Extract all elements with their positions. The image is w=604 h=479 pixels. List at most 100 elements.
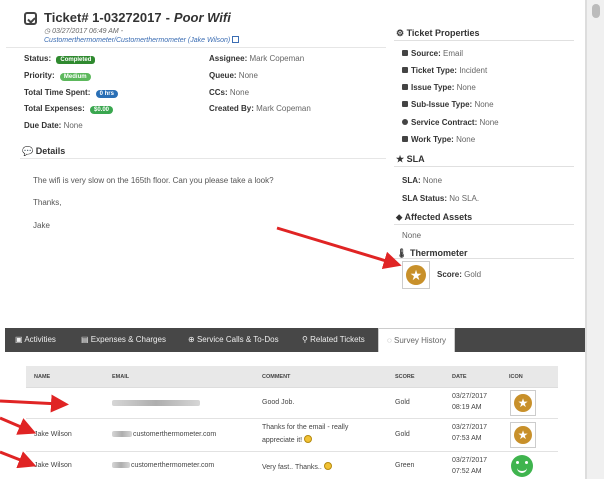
email-cell: customerthermometer.com	[112, 431, 216, 438]
sla-title: SLA	[406, 154, 425, 164]
work-type-label: Work Type:	[411, 135, 454, 144]
ticket-date-text: 03/27/2017 06:49 AM -	[52, 28, 124, 35]
service-contract-prop: Service Contract: None	[402, 118, 499, 127]
gold-medal-icon	[514, 426, 532, 444]
time-cell: 07:52 AM	[452, 468, 482, 475]
comment-cell-line1: Thanks for the email - really	[262, 424, 349, 431]
service-contract-label: Service Contract:	[411, 118, 478, 127]
ticket-check-icon	[24, 12, 37, 25]
details-divider	[20, 158, 386, 159]
affected-assets-none: None	[402, 231, 422, 240]
smiley-emoji-icon	[304, 435, 313, 443]
lifebuoy-icon: ⊕	[188, 335, 195, 344]
time-spent-label: Total Time Spent:	[24, 88, 91, 97]
score-label: Score:	[437, 270, 462, 279]
table-row: Good Job. Gold 03/27/2017 08:19 AM	[26, 388, 558, 419]
total-expenses-badge: $0.00	[90, 106, 114, 114]
tab-related-tickets[interactable]: ⚲ Related Tickets	[294, 328, 373, 352]
tag-icon: ⬥	[396, 212, 403, 222]
sub-issue-type-value: None	[474, 100, 494, 109]
source-prop: Source: Email	[402, 49, 463, 58]
comment-cell: Very fast.. Thanks..	[262, 462, 332, 471]
time-cell: 08:19 AM	[452, 404, 482, 411]
ticket-type-prop: Ticket Type: Incident	[402, 66, 487, 75]
tab-activities[interactable]: ▣ Activities	[7, 328, 64, 352]
queue-field: Queue: None	[209, 71, 258, 80]
ticket-properties-heading: ⚙ Ticket Properties	[396, 28, 479, 39]
table-header: NAME EMAIL COMMENT SCORE DATE ICON	[26, 366, 558, 388]
comments-icon: ▣	[15, 335, 23, 344]
scrollbar-thumb[interactable]	[592, 4, 600, 18]
link-icon: ⚲	[302, 335, 308, 344]
thermometer-score-icon-box	[402, 261, 430, 289]
priority-badge: Medium	[59, 73, 91, 81]
briefcase-icon	[402, 136, 408, 142]
thermometer-title: Thermometer	[409, 248, 468, 258]
monitor-icon	[402, 84, 408, 90]
thermometer-score: Score: Gold	[437, 270, 481, 279]
tab-expenses-label: Expenses & Charges	[90, 335, 166, 344]
star-icon: ★	[396, 154, 405, 164]
comment-icon: 💬	[22, 146, 34, 156]
table-row: Jake Wilson customerthermometer.com Than…	[26, 419, 558, 452]
score-cell: Green	[395, 462, 415, 469]
comment-cell: Good Job.	[262, 399, 295, 406]
score-cell: Gold	[395, 431, 410, 438]
created-by-value: Mark Copeman	[256, 104, 311, 113]
smiley-emoji-icon	[323, 462, 332, 470]
tab-expenses-charges[interactable]: ▤ Expenses & Charges	[73, 328, 174, 352]
comment-cell-line2: appreciate it!	[262, 435, 313, 444]
tab-survey-history[interactable]: ◌ Survey History	[378, 328, 456, 352]
comment-icon: ◌	[387, 336, 392, 345]
assets-divider	[394, 224, 574, 225]
sla-status-label: SLA Status:	[402, 194, 448, 203]
sub-issue-type-prop: Sub-Issue Type: None	[402, 100, 494, 109]
sla-status-value: No SLA.	[449, 194, 480, 203]
total-expenses-label: Total Expenses:	[24, 104, 85, 113]
service-contract-value: None	[479, 118, 499, 127]
vertical-scrollbar[interactable]	[586, 0, 604, 479]
header-divider	[6, 47, 386, 48]
inbox-icon	[402, 50, 408, 56]
details-line-1: The wifi is very slow on the 165th floor…	[33, 176, 274, 185]
affected-assets-title: Affected Assets	[404, 212, 473, 222]
created-by-field: Created By: Mark Copeman	[209, 104, 311, 113]
due-date-label: Due Date:	[24, 121, 62, 130]
work-type-prop: Work Type: None	[402, 135, 475, 144]
tab-service-calls-label: Service Calls & To-Dos	[196, 335, 279, 344]
comment-text: appreciate it!	[262, 437, 303, 444]
col-icon: ICON	[509, 374, 523, 380]
row-icon-box	[510, 422, 536, 448]
contact-card-icon[interactable]	[232, 36, 240, 43]
assignee-field: Assignee: Mark Copeman	[209, 54, 304, 63]
affected-assets-value: None	[402, 231, 421, 240]
ccs-field: CCs: None	[209, 88, 249, 97]
col-name: NAME	[34, 374, 51, 380]
account-link-text[interactable]: Customerthermometer/Customerthermometer …	[44, 37, 230, 44]
date-cell: 03/27/2017	[452, 424, 488, 431]
assignee-label: Assignee:	[209, 54, 248, 63]
priority-label: Priority:	[24, 71, 55, 80]
table-row: Jake Wilson customerthermometer.com Very…	[26, 452, 558, 479]
row-icon-box	[510, 453, 536, 479]
col-score: SCORE	[395, 374, 415, 380]
row-icon-box	[510, 390, 536, 416]
circle-icon	[402, 119, 408, 125]
tab-service-calls[interactable]: ⊕ Service Calls & To-Dos	[180, 328, 287, 352]
email-redacted	[112, 400, 200, 407]
tab-activities-label: Activities	[24, 335, 56, 344]
col-comment: COMMENT	[262, 374, 291, 380]
email-domain: customerthermometer.com	[133, 431, 217, 438]
created-by-label: Created By:	[209, 104, 254, 113]
sla-status-prop: SLA Status: No SLA.	[402, 194, 479, 203]
details-line-3: Jake	[33, 221, 50, 230]
survey-history-table: NAME EMAIL COMMENT SCORE DATE ICON Good …	[26, 366, 558, 479]
laptop-icon	[402, 101, 408, 107]
queue-value: None	[238, 71, 258, 80]
name-cell: Jake Wilson	[34, 462, 72, 469]
issue-type-label: Issue Type:	[411, 83, 455, 92]
score-value: Gold	[464, 270, 482, 279]
ticket-type-label: Ticket Type:	[411, 66, 457, 75]
ccs-value: None	[229, 88, 250, 97]
account-link[interactable]: Customerthermometer/Customerthermometer …	[44, 36, 240, 44]
